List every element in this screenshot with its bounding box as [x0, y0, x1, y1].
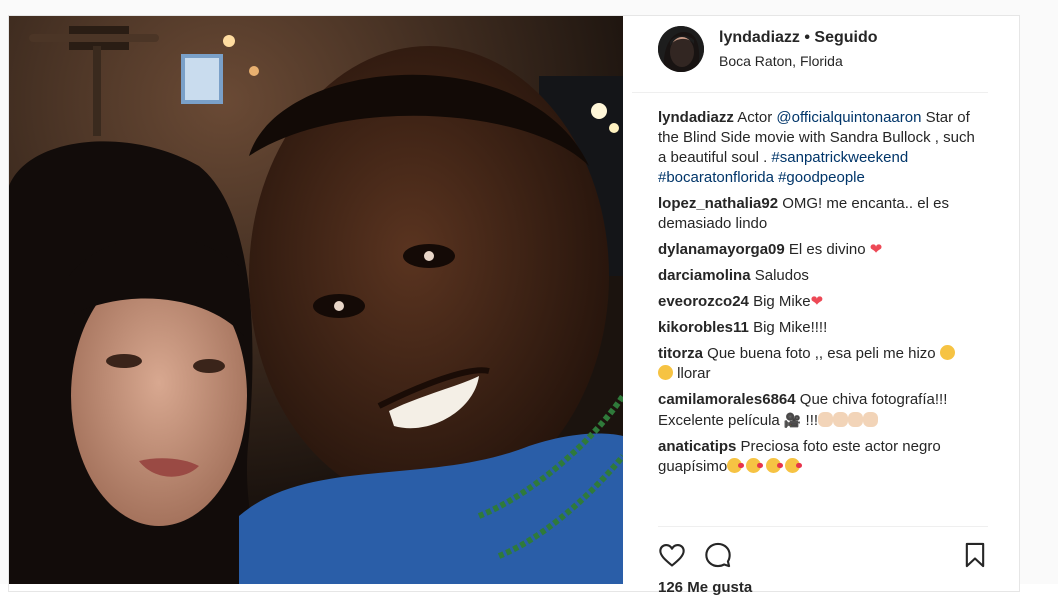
comment-username[interactable]: dylanamayorga09 — [658, 241, 785, 258]
clapping-hands-emoji — [818, 412, 834, 427]
caption-username[interactable]: lyndadiazz — [658, 109, 734, 126]
post-actions: 126 Me gusta — [658, 526, 989, 596]
kiss-face-emoji — [727, 458, 745, 473]
mention-link[interactable]: @officialquintonaaron — [776, 109, 921, 126]
comment-username[interactable]: lopez_nathalia92 — [658, 195, 778, 212]
persevering-face-emoji — [939, 345, 955, 360]
comment-username[interactable]: anaticatips — [658, 438, 736, 455]
list-item: kikorobles11 Big Mike!!!! — [658, 318, 984, 338]
likes-count[interactable]: 126 Me gusta — [658, 579, 752, 596]
heart-icon[interactable] — [658, 541, 686, 569]
list-item: anaticatips Preciosa foto este actor neg… — [658, 437, 984, 477]
red-heart-emoji: ❤ — [869, 241, 883, 258]
comment-text: Big Mike — [753, 293, 811, 310]
comment-text: Big Mike!!!! — [753, 319, 828, 336]
list-item: lopez_nathalia92 OMG! me encanta.. el es… — [658, 194, 984, 234]
comment-username[interactable]: camilamorales6864 — [658, 391, 796, 408]
post-details-panel: lyndadiazz • Seguido Boca Raton, Florida… — [632, 16, 1018, 596]
comment-username[interactable]: darciamolina — [658, 267, 751, 284]
location-link[interactable]: Boca Raton, Florida — [719, 53, 843, 69]
comment-icon[interactable] — [704, 541, 732, 569]
hashtag-link[interactable]: #goodpeople — [778, 169, 865, 186]
list-item: dylanamayorga09 El es divino ❤ — [658, 240, 984, 260]
comment-username[interactable]: kikorobles11 — [658, 319, 749, 336]
comment-text: Que buena foto ,, esa peli me hizo — [707, 345, 936, 362]
list-item: camilamorales6864 Que chiva fotografía!!… — [658, 390, 984, 431]
comment-text: El es divino — [788, 241, 866, 258]
kiss-face-emoji — [765, 458, 783, 473]
caption: lyndadiazz Actor @officialquintonaaron S… — [658, 108, 984, 188]
comment-text-continued: llorar — [677, 365, 711, 382]
comment-text-continued: !!! — [805, 412, 819, 429]
kiss-face-emoji — [746, 458, 764, 473]
follow-status-button[interactable]: Seguido — [814, 29, 877, 46]
hashtag-link[interactable]: #sanpatrickweekend — [771, 149, 908, 166]
list-item: titorza Que buena foto ,, esa peli me hi… — [658, 344, 984, 384]
comment-username[interactable]: titorza — [658, 345, 703, 362]
post-header: lyndadiazz • Seguido Boca Raton, Florida — [632, 16, 988, 93]
header-username[interactable]: lyndadiazz — [719, 29, 800, 46]
post-photo — [9, 16, 623, 584]
list-item: darciamolina Saludos — [658, 266, 984, 286]
clapping-hands-emoji — [833, 412, 849, 427]
caption-text-1: Actor — [737, 109, 773, 126]
bookmark-icon[interactable] — [961, 541, 989, 569]
hashtag-link[interactable]: #bocaratonflorida — [658, 169, 774, 186]
clapping-hands-emoji — [848, 412, 864, 427]
kiss-face-emoji — [784, 458, 802, 473]
comments-list: lyndadiazz Actor @officialquintonaaron S… — [658, 108, 984, 483]
separator-dot: • — [804, 29, 810, 46]
persevering-face-emoji — [658, 365, 673, 380]
comment-text: Saludos — [754, 267, 809, 284]
movie-camera-emoji: 🎥 — [783, 412, 802, 428]
red-heart-emoji: ❤ — [810, 293, 824, 310]
comment-username[interactable]: eveorozco24 — [658, 293, 749, 310]
list-item: eveorozco24 Big Mike❤ — [658, 292, 984, 312]
header-user-line: lyndadiazz • Seguido — [719, 29, 878, 47]
avatar[interactable] — [658, 26, 704, 72]
clapping-hands-emoji — [863, 412, 879, 427]
